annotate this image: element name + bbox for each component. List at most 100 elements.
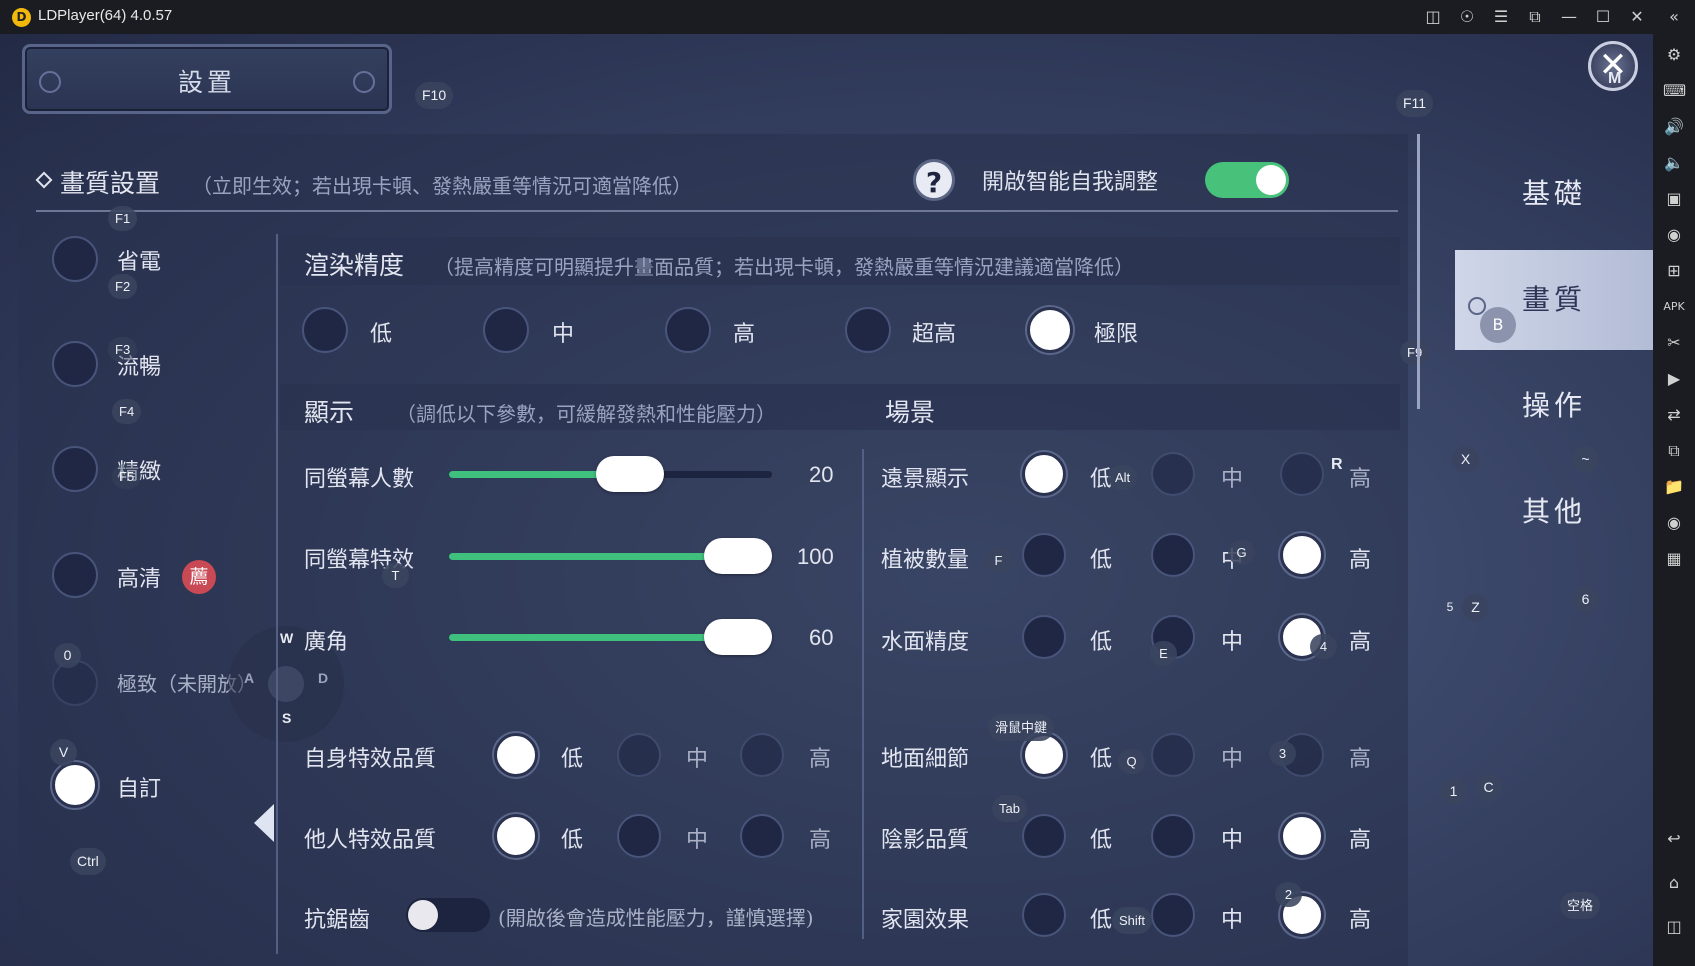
game-viewport[interactable]: 設置 F10 ✕ M F11 畫質設置 （立即生效；若出現卡頓、發熱嚴重等情況可… bbox=[0, 34, 1653, 966]
nav-other[interactable]: 其他 bbox=[1455, 462, 1653, 562]
render-radio-mid[interactable] bbox=[483, 307, 529, 353]
quality-settings-title: 畫質設置 bbox=[60, 169, 161, 198]
multi-instance-icon[interactable]: ⧉ bbox=[1663, 440, 1685, 462]
toggle-knob bbox=[1256, 165, 1286, 195]
apk-icon[interactable]: APK bbox=[1663, 296, 1685, 318]
slider-knob[interactable] bbox=[595, 456, 664, 492]
home-icon[interactable]: ⌂ bbox=[1663, 872, 1685, 894]
home-radio-low[interactable] bbox=[1022, 893, 1066, 937]
self-effect-radio-high[interactable] bbox=[740, 733, 784, 777]
key-b: B bbox=[1480, 307, 1516, 343]
sync-icon[interactable]: ⇄ bbox=[1663, 404, 1685, 426]
preset-radio-custom[interactable] bbox=[52, 762, 98, 808]
distance-radio-low[interactable] bbox=[1022, 452, 1066, 496]
slider-knob[interactable] bbox=[704, 538, 772, 574]
key-3: 3 bbox=[1269, 741, 1296, 766]
keyboard-icon[interactable]: ⌨ bbox=[1663, 80, 1686, 102]
key-e: E bbox=[1150, 641, 1177, 666]
key-f3: F3 bbox=[108, 337, 138, 362]
record-icon[interactable]: ◉ bbox=[1663, 224, 1685, 246]
preset-radio-fine[interactable] bbox=[52, 446, 98, 492]
scissors-icon[interactable]: ✂ bbox=[1663, 332, 1685, 354]
joystick-center bbox=[268, 666, 304, 702]
vegetation-radio-high[interactable] bbox=[1280, 533, 1324, 577]
menu-icon[interactable]: ☰ bbox=[1490, 7, 1512, 27]
add-app-icon[interactable]: ⊞ bbox=[1663, 260, 1685, 282]
screenshot-icon[interactable]: ▣ bbox=[1663, 188, 1685, 210]
render-radio-low[interactable] bbox=[302, 307, 348, 353]
preset-radio-power-save[interactable] bbox=[52, 236, 98, 282]
home-label-low: 低 bbox=[1090, 908, 1113, 933]
back-icon[interactable]: ↩ bbox=[1663, 828, 1685, 850]
settings-icon[interactable]: ⚙ bbox=[1663, 44, 1685, 66]
window-title: LDPlayer(64) 4.0.57 bbox=[38, 7, 173, 24]
shadow-radio-low[interactable] bbox=[1022, 814, 1066, 858]
distance-label-mid: 中 bbox=[1221, 467, 1244, 492]
settings-header: 設置 bbox=[22, 44, 392, 114]
recommended-badge: 薦 bbox=[182, 560, 216, 594]
preset-radio-hd[interactable] bbox=[52, 552, 98, 598]
slider-knob[interactable] bbox=[704, 619, 772, 655]
location-icon[interactable]: ◉ bbox=[1663, 512, 1685, 534]
shake-icon[interactable]: ▦ bbox=[1663, 548, 1685, 570]
self-effect-radio-mid[interactable] bbox=[617, 733, 661, 777]
render-radio-ultra[interactable] bbox=[845, 307, 891, 353]
nav-basic[interactable]: 基礎 bbox=[1455, 144, 1653, 244]
shadow-radio-high[interactable] bbox=[1280, 814, 1324, 858]
key-f: F bbox=[985, 548, 1012, 573]
close-icon[interactable]: ✕ bbox=[1626, 7, 1648, 27]
slider-effects[interactable] bbox=[449, 538, 772, 574]
self-effect-radio-low[interactable] bbox=[494, 733, 538, 777]
key-d: D bbox=[318, 670, 329, 686]
minimize-icon[interactable]: — bbox=[1558, 7, 1580, 27]
other-effect-radio-mid[interactable] bbox=[617, 814, 661, 858]
render-radio-extreme[interactable] bbox=[1027, 307, 1073, 353]
key-x: X bbox=[1452, 446, 1479, 473]
maximize-icon[interactable]: ☐ bbox=[1592, 7, 1614, 27]
auto-adjust-toggle[interactable] bbox=[1205, 162, 1289, 198]
slider-fov[interactable] bbox=[449, 619, 772, 655]
vegetation-radio-low[interactable] bbox=[1022, 533, 1066, 577]
render-label-high: 高 bbox=[733, 322, 756, 347]
collapse-icon[interactable]: « bbox=[1663, 7, 1685, 27]
key-t: T bbox=[382, 563, 409, 588]
popout-icon[interactable]: ⧉ bbox=[1524, 7, 1546, 27]
key-6: 6 bbox=[1572, 586, 1599, 613]
volume-down-icon[interactable]: 🔈 bbox=[1663, 152, 1685, 174]
nav-controls[interactable]: 操作 bbox=[1455, 356, 1653, 456]
recent-apps-icon[interactable]: ◫ bbox=[1663, 916, 1685, 938]
self-effect-label-low: 低 bbox=[561, 747, 584, 772]
slider-players[interactable] bbox=[449, 456, 772, 492]
account-icon[interactable]: ☉ bbox=[1456, 7, 1478, 27]
ground-label-low: 低 bbox=[1090, 747, 1113, 772]
key-q: Q bbox=[1118, 749, 1145, 774]
other-effect-label-mid: 中 bbox=[686, 828, 709, 853]
shadow-radio-mid[interactable] bbox=[1151, 814, 1195, 858]
scene-label-home: 家園效果 bbox=[881, 908, 970, 933]
distance-radio-mid[interactable] bbox=[1151, 452, 1195, 496]
folder-icon[interactable]: 📁 bbox=[1663, 476, 1685, 498]
vegetation-radio-mid[interactable] bbox=[1151, 533, 1195, 577]
shadow-label-low: 低 bbox=[1090, 828, 1113, 853]
help-icon[interactable]: ? bbox=[913, 159, 955, 201]
antialias-toggle[interactable] bbox=[406, 898, 490, 932]
vegetation-label-low: 低 bbox=[1090, 548, 1113, 573]
video-icon[interactable]: ▶ bbox=[1663, 368, 1685, 390]
key-f4: F4 bbox=[112, 399, 142, 424]
preset-radio-smooth[interactable] bbox=[52, 341, 98, 387]
home-radio-mid[interactable] bbox=[1151, 893, 1195, 937]
volume-up-icon[interactable]: 🔊 bbox=[1663, 116, 1685, 138]
other-effect-radio-low[interactable] bbox=[494, 814, 538, 858]
scrollbar[interactable] bbox=[1417, 134, 1420, 409]
render-radio-high[interactable] bbox=[665, 307, 711, 353]
scene-label-ground: 地面細節 bbox=[881, 747, 970, 772]
key-tilde: ~ bbox=[1572, 446, 1599, 473]
other-effect-radio-high[interactable] bbox=[740, 814, 784, 858]
auto-adjust-label: 開啟智能自我調整 bbox=[982, 170, 1159, 195]
ground-radio-mid[interactable] bbox=[1151, 733, 1195, 777]
water-radio-low[interactable] bbox=[1022, 615, 1066, 659]
gamepad-icon[interactable]: ◫ bbox=[1422, 7, 1444, 27]
collapse-arrow-icon[interactable] bbox=[254, 804, 274, 842]
distance-radio-high[interactable] bbox=[1280, 452, 1324, 496]
divider bbox=[36, 210, 1398, 212]
